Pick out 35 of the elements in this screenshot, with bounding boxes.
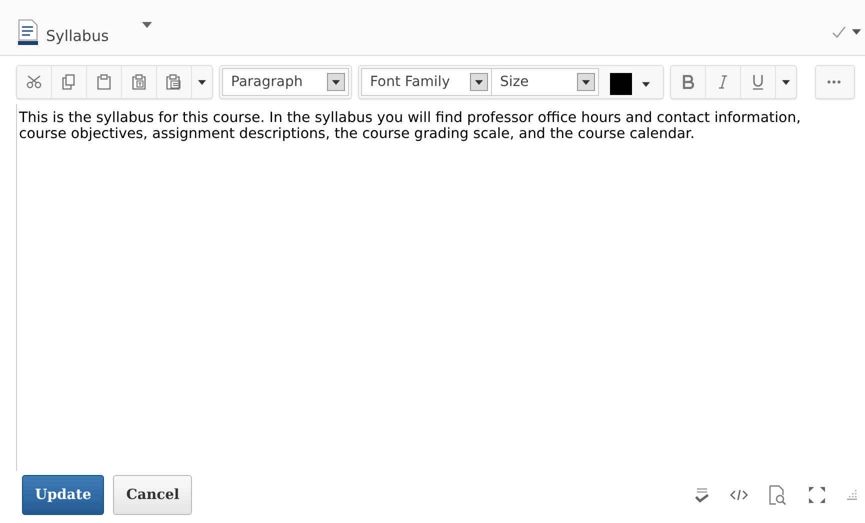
- underline-icon: [752, 74, 764, 90]
- format-dropdown[interactable]: Paragraph: [222, 68, 349, 96]
- dropdown-value: Font Family: [370, 74, 450, 90]
- caret-icon: [475, 80, 483, 84]
- caret-icon[interactable]: [852, 28, 861, 34]
- page-title: Syllabus: [46, 26, 109, 44]
- cancel-button[interactable]: Cancel: [113, 475, 192, 515]
- bold-icon: [682, 75, 694, 89]
- caret-icon: [332, 80, 340, 84]
- caret-icon: [782, 80, 790, 84]
- dropdown-value: Paragraph: [231, 74, 303, 90]
- preview-icon[interactable]: [769, 485, 787, 505]
- caret-icon[interactable]: [142, 22, 152, 28]
- source-code-icon[interactable]: [730, 489, 748, 501]
- clipboard-icon: [132, 74, 146, 90]
- spellcheck-icon[interactable]: [695, 487, 709, 503]
- italic-icon: [718, 75, 728, 89]
- caret-icon: [582, 80, 590, 84]
- editor-text: This is the syllabus for this course. In the syllabus you will find professor office hours and contact information, course objectives, assignment descriptions, the course grading scale, and the course calendar.: [19, 110, 802, 142]
- fullscreen-icon[interactable]: [808, 486, 826, 504]
- update-button[interactable]: Update: [22, 475, 104, 515]
- document-icon: [18, 18, 38, 44]
- clipboard-icon: [166, 74, 182, 90]
- caret-icon: [642, 82, 650, 86]
- clipboard-icon: [97, 74, 111, 90]
- checkmark-icon[interactable]: [832, 26, 846, 38]
- color-swatch: [610, 73, 632, 95]
- font-family-dropdown[interactable]: Font Family: [361, 68, 491, 96]
- caret-icon: [198, 80, 206, 84]
- resize-handle-icon[interactable]: [847, 490, 857, 500]
- size-dropdown[interactable]: Size: [491, 68, 599, 96]
- more-icon: [826, 80, 840, 84]
- scissors-icon: [26, 75, 42, 89]
- dropdown-value: Size: [500, 74, 529, 90]
- copy-icon: [62, 74, 76, 90]
